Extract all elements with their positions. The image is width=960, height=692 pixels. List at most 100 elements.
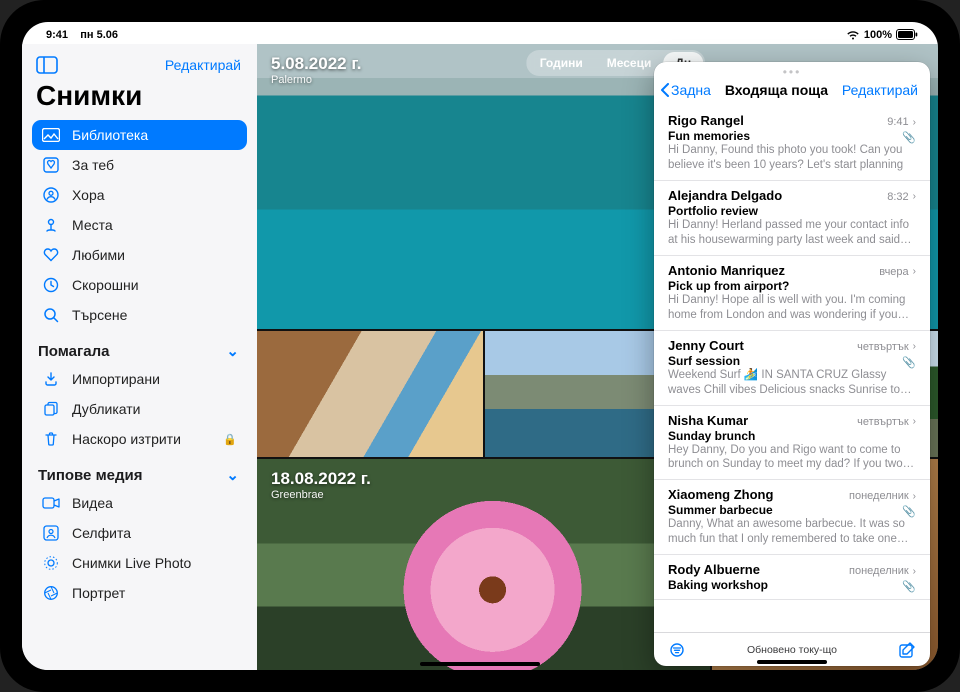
- status-time: 9:41: [46, 29, 68, 41]
- attachment-icon: 📎: [902, 131, 916, 144]
- mail-sender: Rigo Rangel: [668, 113, 744, 128]
- mail-date: четвъртък›: [857, 416, 916, 428]
- mail-sender: Rody Albuerne: [668, 562, 760, 577]
- chevron-down-icon: ⌄: [226, 466, 239, 484]
- mail-date: понеделник›: [849, 490, 916, 502]
- mail-preview: Weekend Surf 🏄 IN SANTA CRUZ Glassy wave…: [668, 368, 916, 398]
- sidebar-item-videos[interactable]: Видеа: [32, 488, 247, 518]
- status-left: 9:41 пн 5.06: [46, 29, 118, 41]
- mail-message[interactable]: Jenny Courtчетвъртък›Surf sessionWeekend…: [654, 331, 930, 406]
- sidebar-item-recents[interactable]: Скорошни: [32, 270, 247, 300]
- segment-months[interactable]: Месеци: [595, 52, 664, 74]
- sidebar-item-duplicates[interactable]: Дубликати: [32, 394, 247, 424]
- battery-pct: 100%: [864, 29, 892, 41]
- mail-navbar: Задна Входяща поща Редактирай: [654, 82, 930, 106]
- wifi-icon: [846, 30, 860, 40]
- filter-button[interactable]: [668, 643, 686, 657]
- sidebar-toggle-button[interactable]: [36, 56, 58, 74]
- sidebar-item-imported[interactable]: Импортирани: [32, 364, 247, 394]
- sidebar-item-livephotos[interactable]: Снимки Live Photo: [32, 548, 247, 578]
- sidebar-item-label: Места: [72, 217, 113, 233]
- mail-sender: Alejandra Delgado: [668, 188, 782, 203]
- mail-preview: Hey Danny, Do you and Rigo want to come …: [668, 443, 916, 473]
- sidebar-item-label: Библиотека: [72, 127, 148, 143]
- mail-subject: Surf session: [668, 354, 916, 368]
- mail-preview: Danny, What an awesome barbecue. It was …: [668, 517, 916, 547]
- selfie-icon: [42, 525, 60, 541]
- clock-icon: [42, 277, 60, 293]
- mail-message[interactable]: Rigo Rangel 9:41›Fun memoriesHi Danny, Fo…: [654, 106, 930, 181]
- sidebar-item-label: За теб: [72, 157, 114, 173]
- mail-message-list[interactable]: Rigo Rangel 9:41›Fun memoriesHi Danny, Fo…: [654, 106, 930, 632]
- sidebar-item-foryou[interactable]: За теб: [32, 150, 247, 180]
- search-icon: [42, 307, 60, 323]
- mail-subject: Fun memories: [668, 129, 916, 143]
- mail-message[interactable]: Rody Albuerneпонеделник›Baking workshop📎: [654, 555, 930, 600]
- sidebar-item-places[interactable]: Места: [32, 210, 247, 240]
- sidebar-item-label: Наскоро изтрити: [72, 431, 181, 447]
- mail-date: вчера›: [879, 266, 916, 278]
- attachment-icon: 📎: [902, 356, 916, 369]
- mail-edit-button[interactable]: Редактирай: [842, 82, 918, 98]
- mail-slideover: ••• Задна Входяща поща Редактирай Rigo R…: [654, 62, 930, 666]
- mail-message[interactable]: Xiaomeng Zhong понеделник›Summer barbecue…: [654, 480, 930, 555]
- library-icon: [42, 128, 60, 142]
- sidebar-section-utilities[interactable]: Помагала ⌄: [32, 330, 247, 364]
- photo-tile[interactable]: 18.08.2022 г. Greenbrae: [257, 459, 710, 670]
- mail-sender: Xiaomeng Zhong: [668, 487, 773, 502]
- mail-date: 9:41›: [887, 116, 916, 128]
- sidebar-item-label: Хора: [72, 187, 105, 203]
- mail-message[interactable]: Nisha Kumarчетвъртък›Sunday brunchHey Da…: [654, 406, 930, 481]
- people-icon: [42, 187, 60, 203]
- aperture-icon: [42, 585, 60, 601]
- sidebar-item-recently-deleted[interactable]: Наскоро изтрити 🔒: [32, 424, 247, 454]
- mail-preview: Hi Danny! Herland passed me your contact…: [668, 218, 916, 248]
- chevron-down-icon: ⌄: [226, 342, 239, 360]
- sidebar-item-search[interactable]: Търсене: [32, 300, 247, 330]
- sidebar-item-selfies[interactable]: Селфита: [32, 518, 247, 548]
- sidebar-item-label: Скорошни: [72, 277, 139, 293]
- sidebar-item-label: Портрет: [72, 585, 125, 601]
- photos-sidebar: Редактирай Снимки Библиотека За теб Хора: [22, 44, 257, 670]
- mail-title: Входяща поща: [725, 82, 828, 98]
- slideover-home-indicator[interactable]: [757, 660, 827, 664]
- sidebar-title: Снимки: [32, 80, 247, 120]
- mail-subject: Pick up from airport?: [668, 279, 916, 293]
- mail-date: понеделник›: [849, 565, 916, 577]
- mail-message[interactable]: Antonio Manriquez вчера›Pick up from airp…: [654, 256, 930, 331]
- photo-tile[interactable]: [257, 331, 483, 458]
- slideover-grabber[interactable]: •••: [654, 62, 930, 82]
- date-overlay: 18.08.2022 г. Greenbrae: [271, 469, 371, 501]
- attachment-icon: 📎: [902, 505, 916, 518]
- mail-sender: Nisha Kumar: [668, 413, 748, 428]
- sidebar-item-label: Дубликати: [72, 401, 140, 417]
- mail-status: Обновено току-що: [747, 644, 837, 656]
- sidebar-item-library[interactable]: Библиотека: [32, 120, 247, 150]
- mail-subject: Summer barbecue: [668, 503, 916, 517]
- sidebar-edit-button[interactable]: Редактирай: [165, 57, 241, 73]
- sidebar-item-label: Търсене: [72, 307, 127, 323]
- sidebar-item-label: Импортирани: [72, 371, 160, 387]
- sidebar-item-portrait[interactable]: Портрет: [32, 578, 247, 608]
- home-indicator[interactable]: [420, 662, 540, 666]
- sidebar-item-people[interactable]: Хора: [32, 180, 247, 210]
- mail-preview: Hi Danny, Found this photo you took! Can…: [668, 143, 916, 173]
- sidebar-item-label: Любими: [72, 247, 125, 263]
- pin-icon: [42, 217, 60, 233]
- sidebar-item-favorites[interactable]: Любими: [32, 240, 247, 270]
- sidebar-section-media[interactable]: Типове медия ⌄: [32, 454, 247, 488]
- mail-date: четвъртък›: [857, 341, 916, 353]
- sidebar-item-label: Селфита: [72, 525, 131, 541]
- mail-subject: Portfolio review: [668, 204, 916, 218]
- mail-sender: Antonio Manriquez: [668, 263, 785, 278]
- compose-button[interactable]: [898, 641, 916, 659]
- mail-message[interactable]: Alejandra Delgado8:32›Portfolio reviewHi…: [654, 181, 930, 256]
- mail-back-button[interactable]: Задна: [660, 82, 711, 98]
- heart-icon: [42, 248, 60, 262]
- battery-icon: [896, 29, 918, 40]
- mail-subject: Baking workshop: [668, 578, 916, 592]
- status-right: 100%: [846, 29, 918, 41]
- screen: 9:41 пн 5.06 100%: [22, 22, 938, 670]
- segment-years[interactable]: Години: [528, 52, 595, 74]
- sidebar-item-label: Видеа: [72, 495, 113, 511]
